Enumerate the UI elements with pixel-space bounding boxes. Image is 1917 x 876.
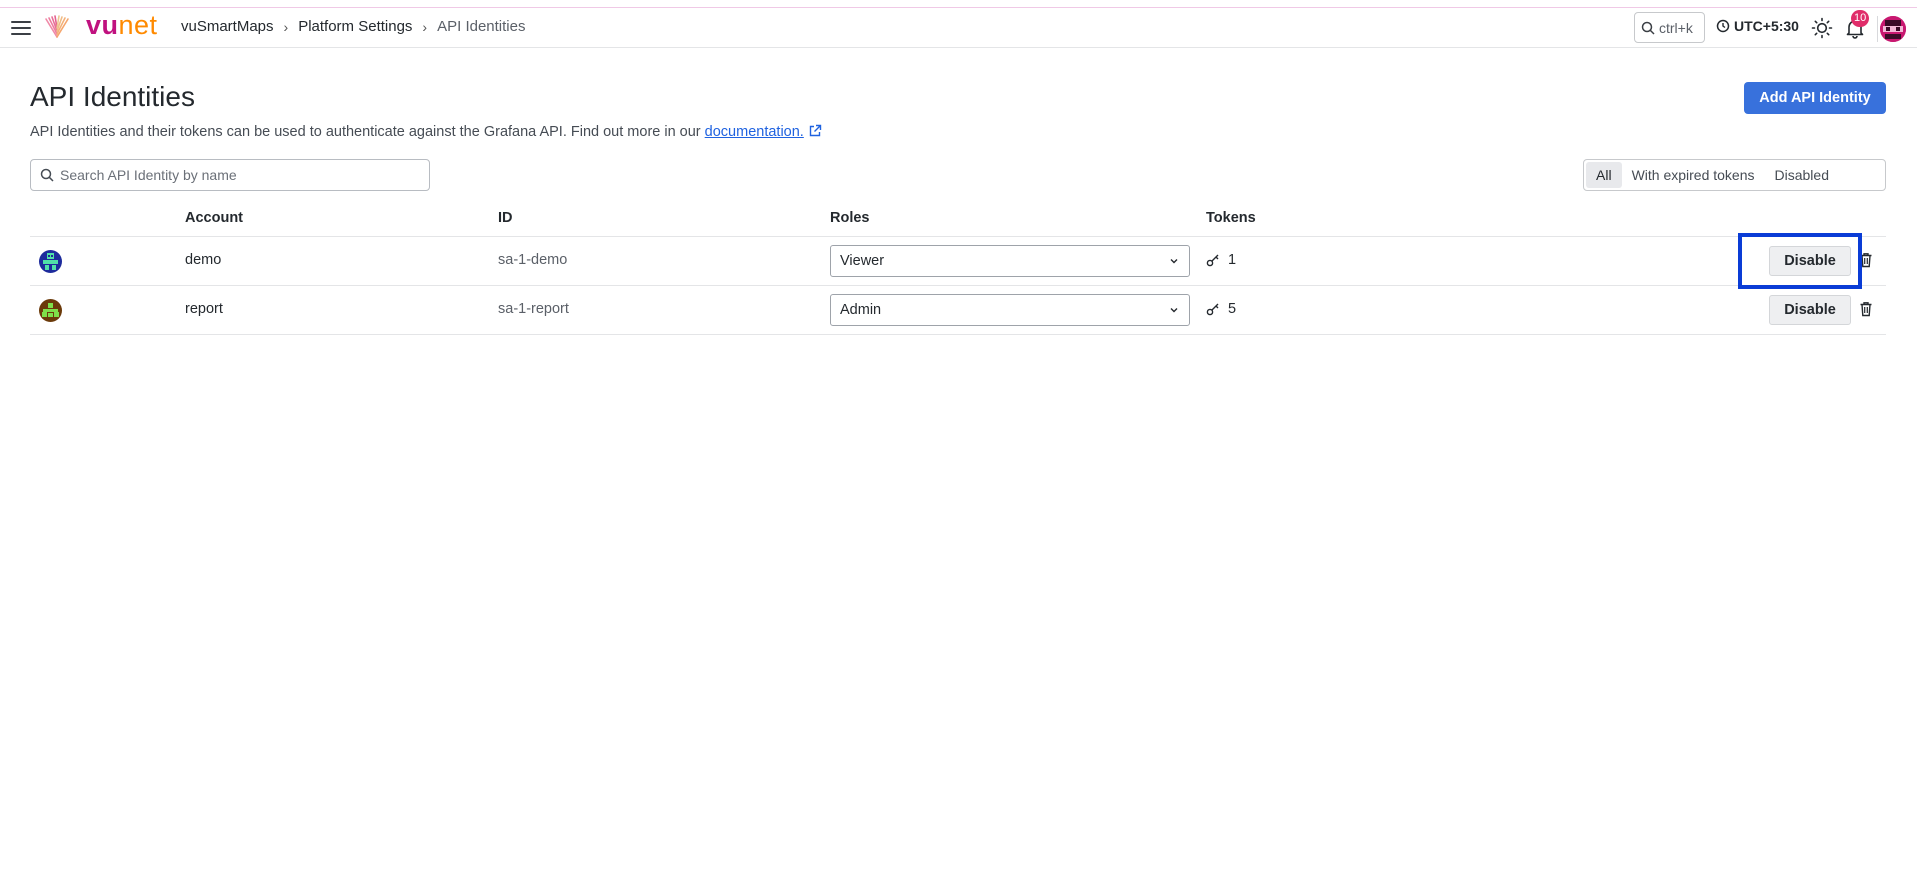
key-icon <box>1206 303 1219 316</box>
page-description-text: API Identities and their tokens can be u… <box>30 124 705 140</box>
vunet-wordmark[interactable]: vunet <box>86 10 158 41</box>
header-tokens: Tokens <box>1206 210 1256 226</box>
token-count-value: 5 <box>1228 301 1237 317</box>
breadcrumb: vuSmartMaps › Platform Settings › API Id… <box>181 18 525 35</box>
chevron-right-icon: › <box>422 18 428 35</box>
role-select[interactable]: Viewer <box>830 245 1190 277</box>
account-id: sa-1-demo <box>498 252 568 268</box>
chevron-down-icon <box>1170 259 1178 264</box>
global-search-button[interactable]: ctrl+k <box>1634 12 1705 43</box>
search-input[interactable] <box>60 167 420 183</box>
table-header: Account ID Roles Tokens <box>30 204 1886 237</box>
sun-icon[interactable] <box>1811 17 1833 39</box>
add-api-identity-button[interactable]: Add API Identity <box>1744 82 1886 114</box>
account-name[interactable]: demo <box>185 252 221 268</box>
table-row: report sa-1-report Admin 5 Disable <box>30 286 1886 335</box>
search-icon <box>1641 21 1655 35</box>
status-filter-group: All With expired tokens Disabled <box>1583 159 1886 191</box>
token-count-value: 1 <box>1228 252 1237 268</box>
api-identity-search[interactable] <box>30 159 430 191</box>
breadcrumb-platform-settings[interactable]: Platform Settings <box>298 18 412 35</box>
table-row: demo sa-1-demo Viewer 1 Disable <box>30 237 1886 286</box>
clock-icon <box>1716 19 1730 33</box>
account-id: sa-1-report <box>498 301 569 317</box>
api-identities-table: Account ID Roles Tokens demo sa-1-demo V… <box>30 204 1886 335</box>
chevron-down-icon <box>1170 308 1178 313</box>
top-navigation-bar: vunet vuSmartMaps › Platform Settings › … <box>0 8 1917 48</box>
trash-icon[interactable] <box>1859 252 1873 268</box>
menu-icon[interactable] <box>10 19 32 37</box>
token-count: 5 <box>1206 301 1236 317</box>
role-value: Viewer <box>840 253 885 269</box>
breadcrumb-vusmartmaps[interactable]: vuSmartMaps <box>181 18 274 35</box>
external-link-icon[interactable] <box>808 124 822 138</box>
account-avatar <box>39 299 62 322</box>
timezone-label: UTC+5:30 <box>1734 18 1799 34</box>
key-icon <box>1206 254 1219 267</box>
search-shortcut-label: ctrl+k <box>1659 19 1693 36</box>
filter-with-expired-tokens[interactable]: With expired tokens <box>1622 162 1765 188</box>
disable-button[interactable]: Disable <box>1769 246 1851 276</box>
topbar-divider <box>1877 16 1878 42</box>
page-description: API Identities and their tokens can be u… <box>30 124 822 140</box>
vunet-logo-icon[interactable] <box>44 15 70 41</box>
token-count: 1 <box>1206 252 1236 268</box>
user-avatar[interactable] <box>1880 16 1906 42</box>
role-select[interactable]: Admin <box>830 294 1190 326</box>
page-title: API Identities <box>30 81 195 112</box>
filter-disabled[interactable]: Disabled <box>1765 162 1839 188</box>
header-id: ID <box>498 210 513 226</box>
trash-icon[interactable] <box>1859 301 1873 317</box>
header-account: Account <box>185 210 243 226</box>
breadcrumb-current: API Identities <box>437 18 526 35</box>
timezone-picker[interactable]: UTC+5:30 <box>1716 18 1799 34</box>
search-icon <box>40 168 54 182</box>
account-name[interactable]: report <box>185 301 223 317</box>
filter-all[interactable]: All <box>1586 162 1622 188</box>
account-avatar <box>39 250 62 273</box>
header-roles: Roles <box>830 210 870 226</box>
disable-button[interactable]: Disable <box>1769 295 1851 325</box>
notification-count-badge: 10 <box>1851 10 1870 27</box>
documentation-link[interactable]: documentation. <box>705 124 804 140</box>
role-value: Admin <box>840 302 882 318</box>
chevron-right-icon: › <box>283 18 289 35</box>
